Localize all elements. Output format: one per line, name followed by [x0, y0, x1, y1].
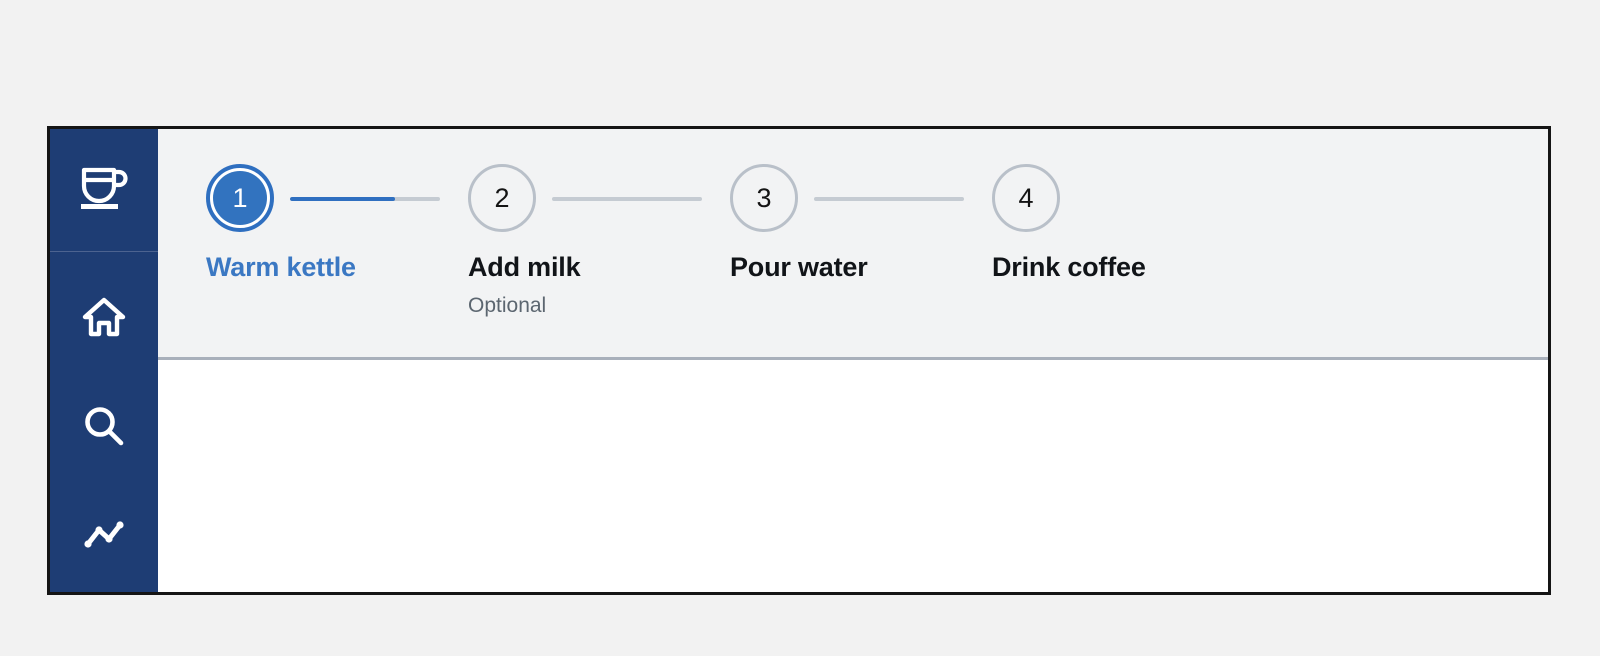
step-2-connector — [552, 197, 702, 201]
step-1-connector-fill — [290, 197, 395, 201]
step-2-circle[interactable]: 2 — [468, 164, 536, 232]
sidebar-logo[interactable] — [50, 129, 158, 251]
sidebar-item-analytics[interactable] — [50, 480, 158, 589]
sidebar-item-search[interactable] — [50, 371, 158, 480]
step-4-marker-row: 4 — [992, 164, 1254, 234]
step-1[interactable]: 1 Warm kettle — [206, 164, 468, 283]
step-1-label: Warm kettle — [206, 252, 356, 282]
step-3-connector — [814, 197, 964, 201]
analytics-line-chart-icon — [81, 512, 127, 558]
step-2-marker-row: 2 — [468, 164, 730, 234]
step-2[interactable]: 2 Add milk Optional — [468, 164, 730, 318]
step-2-label: Add milk — [468, 252, 581, 282]
step-3-number: 3 — [756, 182, 772, 213]
search-icon — [81, 403, 127, 449]
step-4[interactable]: 4 Drink coffee — [992, 164, 1254, 283]
stepper: 1 Warm kettle 2 Add milk Optional 3 Pour… — [206, 164, 1548, 354]
step-1-marker-row: 1 — [206, 164, 468, 234]
app-window: 1 Warm kettle 2 Add milk Optional 3 Pour… — [47, 126, 1551, 595]
step-3[interactable]: 3 Pour water — [730, 164, 992, 283]
sidebar-divider — [50, 251, 158, 252]
step-4-circle[interactable]: 4 — [992, 164, 1060, 232]
step-4-number: 4 — [1018, 182, 1034, 213]
step-2-number: 2 — [494, 182, 510, 213]
step-1-circle[interactable]: 1 — [206, 164, 274, 232]
stepper-header: 1 Warm kettle 2 Add milk Optional 3 Pour… — [158, 129, 1548, 360]
step-2-caption: Optional — [468, 294, 547, 317]
step-4-label: Drink coffee — [992, 252, 1146, 282]
step-1-number: 1 — [213, 171, 267, 225]
sidebar-item-home[interactable] — [50, 262, 158, 371]
step-3-circle[interactable]: 3 — [730, 164, 798, 232]
step-1-connector — [290, 197, 440, 201]
main-region: 1 Warm kettle 2 Add milk Optional 3 Pour… — [158, 129, 1548, 592]
step-3-marker-row: 3 — [730, 164, 992, 234]
sidebar — [50, 129, 158, 592]
sidebar-nav — [50, 252, 158, 589]
content-area — [158, 360, 1548, 592]
coffee-cup-icon — [76, 160, 132, 221]
home-icon — [81, 294, 127, 340]
step-3-label: Pour water — [730, 252, 868, 282]
